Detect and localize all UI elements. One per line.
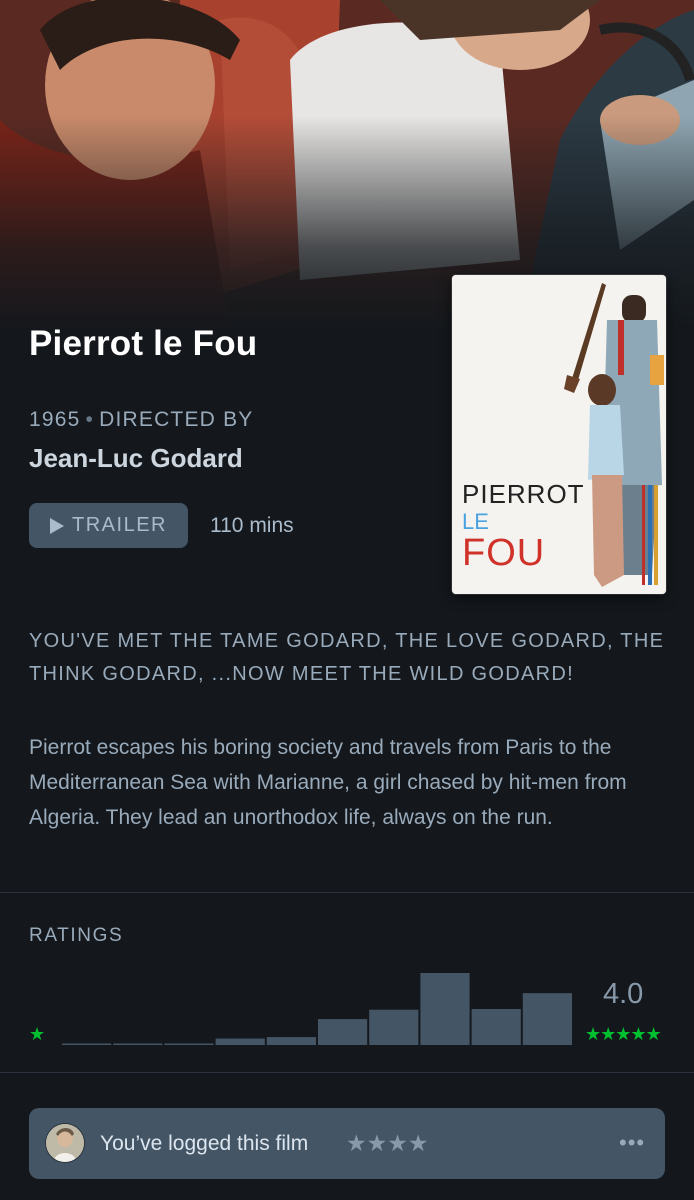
histogram-bar-9[interactable]	[471, 1009, 521, 1045]
ratings-histogram	[62, 973, 572, 1046]
average-rating[interactable]: 4.0	[603, 978, 643, 1011]
trailer-button[interactable]: TRAILER	[29, 503, 188, 548]
poster-title-line-2: LE	[462, 509, 489, 534]
user-rating-stars-icon: ★★★★	[346, 1130, 429, 1156]
trailer-label: TRAILER	[72, 514, 167, 536]
histogram-bar-2[interactable]	[113, 1043, 163, 1046]
logged-message: You’ve logged this film	[100, 1132, 309, 1155]
directed-by-label: DIRECTED BY	[99, 408, 254, 431]
section-divider-2	[0, 1072, 694, 1073]
histogram-bar-6[interactable]	[318, 1019, 368, 1045]
more-options-icon[interactable]: •••	[619, 1130, 645, 1156]
histogram-bar-7[interactable]	[369, 1009, 419, 1045]
avatar[interactable]	[46, 1124, 84, 1162]
section-divider	[0, 892, 694, 893]
logged-film-card[interactable]: You’ve logged this film ★★★★ •••	[29, 1108, 665, 1179]
histogram-bar-10[interactable]	[522, 993, 572, 1045]
film-meta: 1965 • DIRECTED BY	[29, 408, 253, 432]
histogram-bar-1[interactable]	[62, 1043, 112, 1046]
synopsis[interactable]: Pierrot escapes his boring society and t…	[29, 730, 669, 835]
poster-title-line-3: FOU	[462, 532, 546, 574]
avatar-image	[46, 1124, 84, 1162]
histogram-bar-5[interactable]	[266, 1037, 316, 1045]
separator-dot: •	[85, 408, 95, 431]
poster-title-line-1: PIERROT	[462, 479, 585, 509]
low-rating-star-icon: ★	[29, 1024, 46, 1044]
histogram-bar-4[interactable]	[215, 1038, 265, 1045]
histogram-bar-3[interactable]	[164, 1043, 214, 1046]
ratings-heading: RATINGS	[29, 925, 124, 946]
poster-title: PIERROT LE FOU	[462, 481, 585, 572]
director-link[interactable]: Jean-Luc Godard	[29, 443, 243, 474]
film-title: Pierrot le Fou	[29, 324, 258, 363]
tagline: YOU'VE MET THE TAME GODARD, THE LOVE GOD…	[29, 630, 665, 685]
histogram-bar-8[interactable]	[420, 973, 470, 1045]
film-poster[interactable]: PIERROT LE FOU	[452, 275, 666, 594]
release-year[interactable]: 1965	[29, 408, 81, 431]
play-icon	[50, 517, 65, 534]
high-rating-stars-icon: ★★★★★	[585, 1024, 662, 1044]
runtime: 110 mins	[210, 514, 294, 537]
